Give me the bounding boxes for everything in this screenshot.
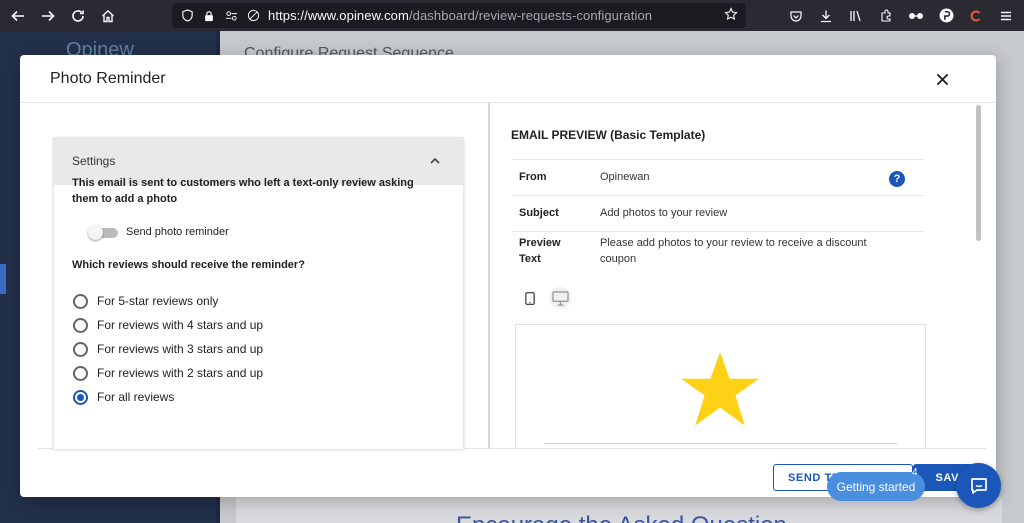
- library-icon[interactable]: [848, 8, 864, 24]
- browser-toolbar: https://www.opinew.com/dashboard/review-…: [0, 0, 1024, 31]
- extension-c-icon[interactable]: [968, 8, 984, 24]
- desktop-monitor-icon: [551, 290, 569, 306]
- send-photo-reminder-toggle[interactable]: [88, 225, 120, 240]
- chat-icon: [970, 477, 987, 494]
- back-button[interactable]: [4, 2, 32, 30]
- reload-icon: [72, 9, 84, 22]
- email-divider: [544, 443, 897, 444]
- permissions-icon[interactable]: [224, 9, 238, 23]
- preview-text-label-line-2: Text: [519, 253, 541, 265]
- radio-button-selected[interactable]: [73, 389, 88, 405]
- photo-reminder-modal: Photo Reminder Settings This email is se…: [20, 55, 996, 497]
- arrow-left-icon: [11, 10, 24, 21]
- sidebar-active-indicator: [0, 264, 6, 294]
- from-label: From: [519, 171, 547, 183]
- toggle-knob: [88, 225, 103, 240]
- radio-option-3-star[interactable]: For reviews with 3 stars and up: [73, 337, 263, 361]
- review-filter-radio-group: For 5-star reviews only For reviews with…: [73, 289, 263, 409]
- forward-button[interactable]: [34, 2, 62, 30]
- app-bottom-text: Encourage the Asked Question: [456, 512, 787, 523]
- radio-option-5-star[interactable]: For 5-star reviews only: [73, 289, 263, 313]
- preview-divider: [512, 231, 924, 232]
- arrow-right-icon: [42, 10, 55, 21]
- settings-description: This email is sent to customers who left…: [72, 177, 414, 205]
- radio-label: For reviews with 3 stars and up: [97, 342, 264, 356]
- close-icon: [936, 73, 948, 85]
- subject-label: Subject: [519, 207, 559, 219]
- mobile-view-button[interactable]: [519, 287, 541, 309]
- email-preview-frame: [515, 324, 926, 449]
- home-button[interactable]: [94, 2, 122, 30]
- tracking-blocked-icon[interactable]: [246, 9, 260, 23]
- star-icon: [681, 352, 759, 426]
- url-text: https://www.opinew.com/dashboard/review-…: [268, 8, 652, 23]
- radio-label: For reviews with 4 stars and up: [97, 318, 264, 332]
- radio-option-4-star[interactable]: For reviews with 4 stars and up: [73, 313, 263, 337]
- preview-scrollbar[interactable]: [976, 103, 982, 449]
- menu-icon[interactable]: [998, 8, 1014, 24]
- pocket-icon[interactable]: [788, 8, 804, 24]
- preview-divider: [512, 159, 924, 160]
- modal-body: Settings This email is sent to customers…: [38, 103, 986, 449]
- preview-text-label: Preview Text: [519, 235, 561, 267]
- home-icon: [102, 9, 114, 22]
- subject-value: Add photos to your review: [600, 207, 728, 219]
- radio-button[interactable]: [73, 293, 88, 309]
- download-icon[interactable]: [818, 8, 834, 24]
- url-host: https://www.opinew.com: [268, 8, 409, 23]
- chevron-up-icon: [430, 157, 440, 164]
- send-reminder-toggle-row: Send photo reminder: [88, 225, 229, 240]
- help-icon[interactable]: ?: [889, 171, 905, 187]
- address-bar[interactable]: https://www.opinew.com/dashboard/review-…: [172, 3, 746, 28]
- preview-text-value: Please add photos to your review to rece…: [600, 237, 867, 265]
- extensions-icon[interactable]: [878, 8, 894, 24]
- preview-text-label-line-1: Preview: [519, 237, 561, 249]
- email-preview-title: EMAIL PREVIEW (Basic Template): [511, 128, 706, 142]
- mobile-phone-icon: [525, 291, 535, 305]
- email-preview-pane: EMAIL PREVIEW (Basic Template) From Opin…: [490, 103, 986, 449]
- radio-button[interactable]: [73, 341, 88, 357]
- scrollbar-thumb[interactable]: [976, 105, 981, 241]
- settings-pane: Settings This email is sent to customers…: [38, 103, 488, 449]
- account-icon[interactable]: [938, 8, 954, 24]
- radio-label: For reviews with 2 stars and up: [97, 366, 264, 380]
- radio-button[interactable]: [73, 365, 88, 381]
- reload-button[interactable]: [64, 2, 92, 30]
- radio-option-all[interactable]: For all reviews: [73, 385, 263, 409]
- reminder-question: Which reviews should receive the reminde…: [72, 259, 305, 271]
- getting-started-badge: 4: [912, 467, 918, 478]
- shield-icon[interactable]: [180, 9, 194, 23]
- radio-option-2-star[interactable]: For reviews with 2 stars and up: [73, 361, 263, 385]
- getting-started-button[interactable]: Getting started: [827, 472, 925, 501]
- url-path: /dashboard/review-requests-configuration: [408, 8, 653, 23]
- browser-tools: [788, 0, 1014, 31]
- radio-label: For all reviews: [97, 390, 175, 404]
- settings-header-label: Settings: [72, 154, 116, 168]
- close-button[interactable]: [932, 69, 952, 89]
- lock-icon[interactable]: [202, 9, 216, 23]
- bookmark-star-icon[interactable]: [724, 7, 738, 21]
- from-value: Opinewan: [600, 171, 650, 183]
- glasses-icon[interactable]: [908, 8, 924, 24]
- device-toggle: [519, 287, 571, 309]
- radio-button[interactable]: [73, 317, 88, 333]
- modal-header: Photo Reminder: [20, 55, 996, 103]
- radio-label: For 5-star reviews only: [97, 294, 219, 308]
- preview-divider: [512, 195, 924, 196]
- modal-title: Photo Reminder: [50, 69, 166, 87]
- toggle-label: Send photo reminder: [126, 226, 229, 238]
- desktop-view-button[interactable]: [549, 287, 571, 309]
- chat-launcher-button[interactable]: [956, 463, 1001, 508]
